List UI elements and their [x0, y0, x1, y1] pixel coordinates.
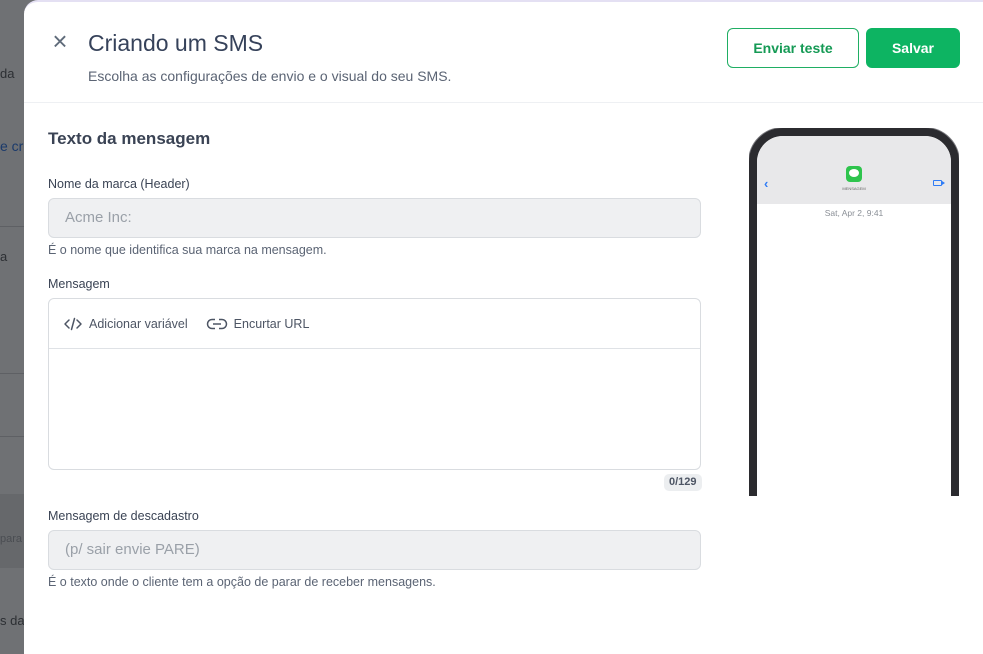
section-title: Texto da mensagem — [48, 129, 211, 148]
background-divider — [0, 226, 24, 227]
editor-toolbar: Adicionar variável Encurtar URL — [49, 299, 700, 349]
unsubscribe-help: É o texto onde o cliente tem a opção de … — [48, 575, 436, 589]
close-icon[interactable]: × — [48, 28, 72, 54]
character-counter: 0/129 — [664, 474, 702, 491]
phone-message-header: ‹ MENSAGEM — [757, 136, 951, 204]
add-variable-button[interactable]: Adicionar variável — [63, 317, 188, 331]
add-variable-label: Adicionar variável — [89, 316, 188, 331]
drawer-header: × Criando um SMS Escolha as configuraçõe… — [24, 2, 983, 103]
background-text-fragment: para — [0, 533, 23, 545]
unsubscribe-input[interactable]: (p/ sair envie PARE) — [48, 530, 701, 570]
video-call-icon — [933, 180, 942, 186]
background-panel — [0, 494, 24, 568]
sms-editor-drawer: × Criando um SMS Escolha as configuraçõe… — [24, 0, 983, 654]
background-text-fragment: a — [0, 249, 8, 264]
message-label: Mensagem — [48, 277, 110, 291]
message-textarea[interactable] — [49, 349, 700, 469]
page-title: Criando um SMS — [88, 30, 264, 56]
brand-name-input[interactable]: Acme Inc: — [48, 198, 701, 238]
save-button[interactable]: Salvar — [866, 28, 960, 68]
message-timestamp: Sat, Apr 2, 9:41 — [824, 208, 884, 218]
brand-name-help: É o nome que identifica sua marca na men… — [48, 243, 327, 257]
background-divider — [0, 373, 24, 374]
phone-frame: ‹ MENSAGEM Sat, Apr 2, 9:41 — [749, 128, 959, 496]
messages-app-icon — [846, 166, 862, 182]
background-divider — [0, 436, 24, 437]
code-icon — [64, 317, 82, 330]
background-text-fragment: da — [0, 66, 15, 81]
shorten-url-label: Encurtar URL — [233, 316, 310, 331]
background-text-fragment: s da — [0, 613, 25, 628]
contact-name: MENSAGEM — [842, 186, 866, 191]
message-editor: Adicionar variável Encurtar URL — [48, 298, 701, 470]
back-chevron-icon: ‹ — [764, 176, 769, 191]
link-icon — [206, 317, 227, 330]
unsubscribe-label: Mensagem de descadastro — [48, 509, 199, 523]
send-test-button[interactable]: Enviar teste — [727, 28, 859, 68]
page-subtitle: Escolha as configurações de envio e o vi… — [88, 68, 452, 84]
brand-name-label: Nome da marca (Header) — [48, 177, 190, 191]
phone-preview: ‹ MENSAGEM Sat, Apr 2, 9:41 — [749, 128, 959, 496]
background-text-fragment: e cri — [0, 138, 27, 154]
shorten-url-button[interactable]: Encurtar URL — [206, 316, 310, 331]
